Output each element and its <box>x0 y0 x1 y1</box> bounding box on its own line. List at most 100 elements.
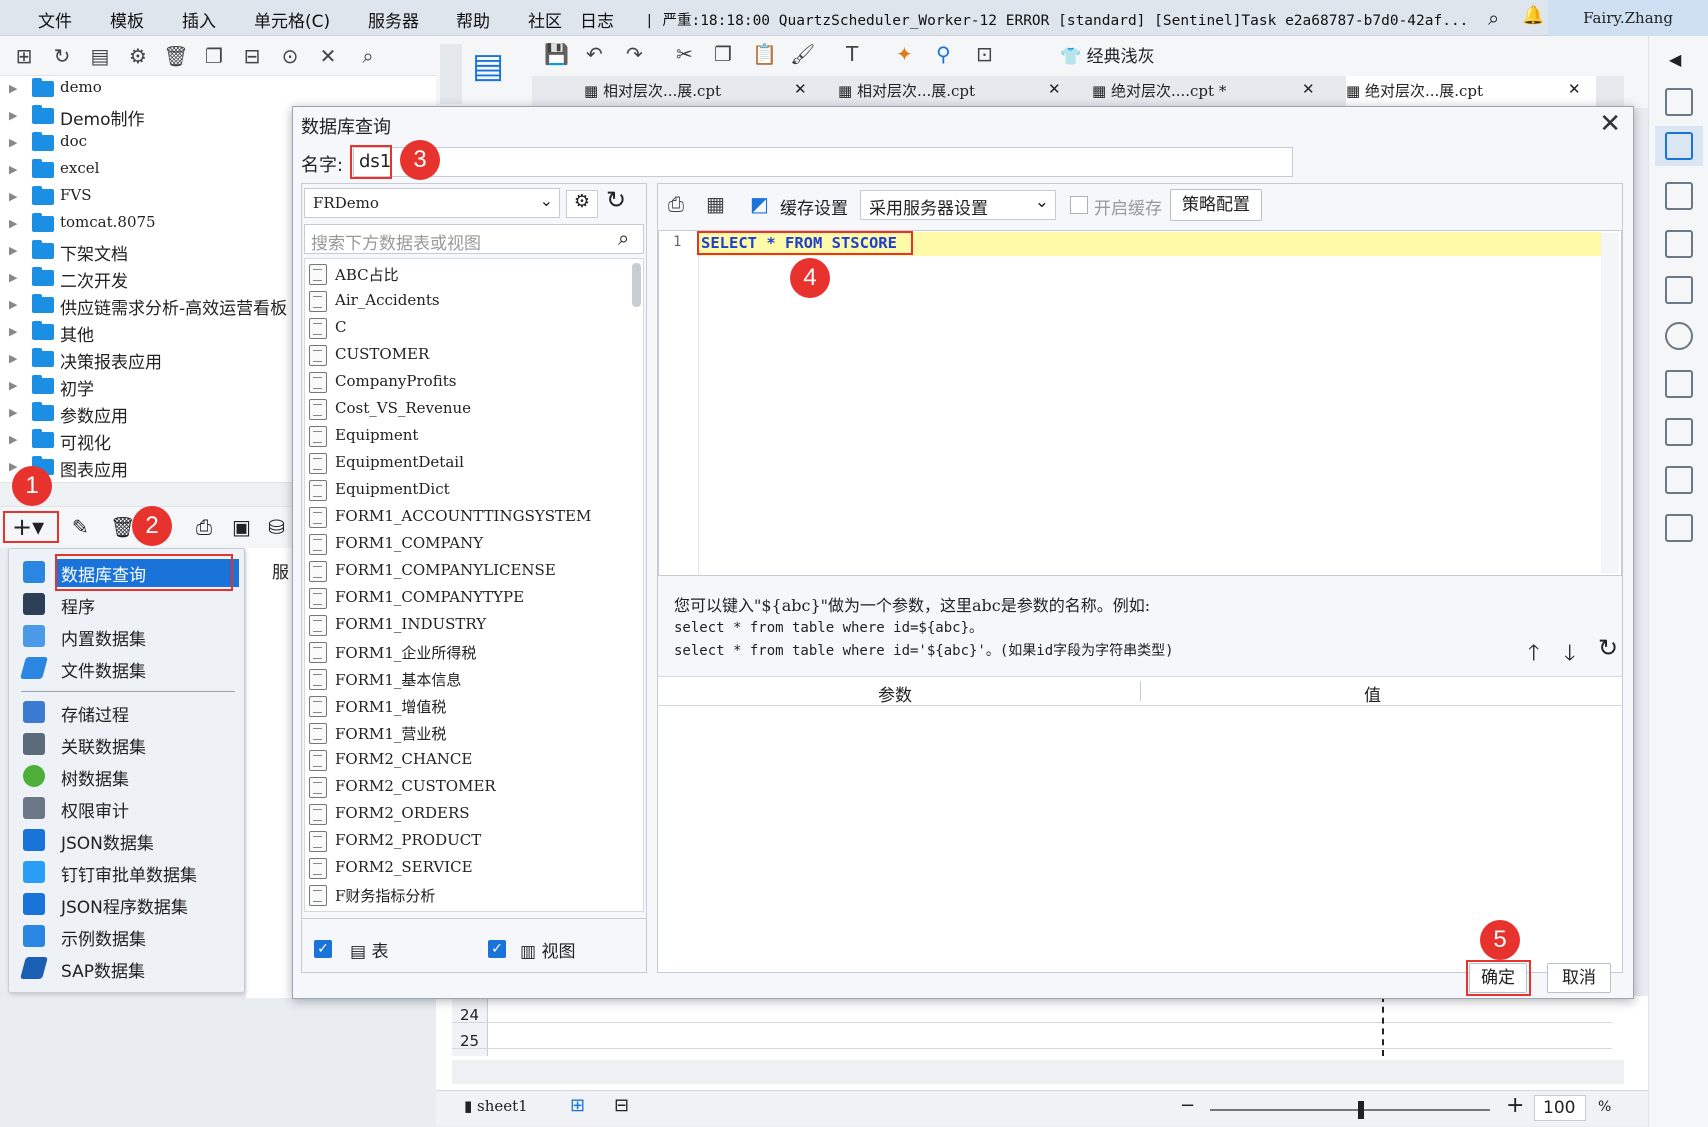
zoom-input[interactable]: 100 <box>1534 1095 1586 1121</box>
menu-item-relation[interactable]: 关联数据集 <box>9 729 244 759</box>
locate-icon[interactable]: ⊙ <box>276 42 304 70</box>
lock-icon[interactable]: ⊟ <box>238 42 266 70</box>
cell-attr-icon[interactable] <box>1665 88 1693 116</box>
float-element-icon[interactable] <box>1665 182 1693 210</box>
widget-attr-icon[interactable] <box>1665 132 1693 160</box>
expand-arrow-icon[interactable]: ▶ <box>9 136 17 149</box>
form-icon[interactable] <box>1665 418 1693 446</box>
sheet-tab[interactable]: ▮ sheet1 <box>464 1097 528 1115</box>
zoom-slider[interactable] <box>1210 1109 1490 1111</box>
table-item[interactable]: FORM2_CHANCE <box>305 747 625 774</box>
theme-button[interactable]: 👕 经典浅灰 <box>1060 42 1155 67</box>
close-icon[interactable]: ✕ <box>1302 80 1315 98</box>
condition-icon[interactable] <box>1665 230 1693 258</box>
dataset-settings-icon[interactable]: ▣ <box>232 515 251 539</box>
menu-item-tree[interactable]: 树数据集 <box>9 761 244 791</box>
cut-icon[interactable]: ✂ <box>676 42 693 66</box>
close-icon[interactable]: ✕ <box>794 80 807 98</box>
zoom-slider-thumb[interactable] <box>1358 1101 1364 1119</box>
menu-cell[interactable]: 单元格(C) <box>254 7 330 32</box>
table-item[interactable]: FORM1_基本信息 <box>305 666 625 693</box>
settings-icon[interactable]: ⚙ <box>124 42 152 70</box>
expand-arrow-icon[interactable]: ▶ <box>9 379 17 392</box>
brush-icon[interactable]: ✦ <box>896 42 913 66</box>
plugin-icon[interactable]: ⚲ <box>936 42 951 66</box>
expand-arrow-icon[interactable]: ▶ <box>9 244 17 257</box>
copy-icon[interactable]: ❐ <box>714 42 732 66</box>
save-icon[interactable]: 💾 <box>544 42 569 66</box>
expand-arrow-icon[interactable]: ▶ <box>9 325 17 338</box>
expand-arrow-icon[interactable]: ▶ <box>9 406 17 419</box>
undo-icon[interactable]: ↶ <box>586 42 603 66</box>
tab-4-active[interactable]: ▦ 绝对层次...展.cpt ✕ <box>1346 76 1596 108</box>
menu-community[interactable]: 社区 <box>528 7 562 32</box>
editor-scrollbar[interactable] <box>1601 233 1619 573</box>
expand-arrow-icon[interactable]: ▶ <box>9 109 17 122</box>
menu-help[interactable]: 帮助 <box>456 7 490 32</box>
database-select[interactable]: FRDemo ⌄ <box>304 188 560 218</box>
close-icon[interactable]: ✕ <box>1568 80 1581 98</box>
database-icon[interactable]: ⛁ <box>268 515 285 539</box>
format-painter-icon[interactable]: 🖌 <box>790 42 815 66</box>
table-item[interactable]: FORM1_INDUSTRY <box>305 612 625 639</box>
close-icon[interactable]: ✕ <box>1048 80 1061 98</box>
close-icon[interactable]: ✕ <box>1599 109 1621 139</box>
add-sheet-icon[interactable]: ⊞ <box>570 1095 585 1116</box>
table-item[interactable]: FORM1_营业税 <box>305 720 625 747</box>
collapse-icon[interactable]: ✕ <box>314 42 342 70</box>
tab-3[interactable]: ▦ 绝对层次....cpt * ✕ <box>1092 80 1342 101</box>
expand-arrow-icon[interactable]: ▶ <box>9 163 17 176</box>
sql-icon[interactable]: ▦ <box>706 192 725 216</box>
search-icon[interactable]: ⌕ <box>618 226 629 250</box>
table-item[interactable]: FORM1_COMPANYLICENSE <box>305 558 625 585</box>
open-icon[interactable]: ▤ <box>86 42 114 70</box>
table-item[interactable]: Equipment <box>305 423 625 450</box>
connection-settings-icon[interactable]: ⚙ <box>566 190 598 218</box>
expand-arrow-icon[interactable]: ▶ <box>9 460 17 473</box>
view-checkbox[interactable]: ✓ <box>488 940 506 958</box>
expand-arrow-icon[interactable]: ▶ <box>9 433 17 446</box>
data-filter-icon[interactable] <box>1665 276 1693 304</box>
table-item[interactable]: Cost_VS_Revenue <box>305 396 625 423</box>
edit-icon[interactable]: ✎ <box>72 515 89 539</box>
delete-icon[interactable]: 🗑 <box>162 42 190 70</box>
menu-item-dingtalk[interactable]: 钉钉审批单数据集 <box>9 857 244 887</box>
collapse-left-icon[interactable] <box>440 44 462 104</box>
text-icon[interactable]: T <box>846 42 858 66</box>
search-icon[interactable]: ⌕ <box>354 42 382 70</box>
arrow-down-icon[interactable]: 🡓 <box>1564 636 1575 674</box>
refresh-icon[interactable]: ↻ <box>48 42 76 70</box>
zoom-out-button[interactable]: − <box>1180 1095 1195 1116</box>
report-attr-icon[interactable] <box>1665 370 1693 398</box>
menu-item-sample[interactable]: 示例数据集 <box>9 921 244 951</box>
table-item[interactable]: FORM2_ORDERS <box>305 801 625 828</box>
menu-item-json-program[interactable]: JSON程序数据集 <box>9 889 244 919</box>
dataset-view-icon[interactable]: ▤ <box>472 46 504 86</box>
new-folder-icon[interactable]: ⊞ <box>10 42 38 70</box>
menu-insert[interactable]: 插入 <box>182 7 216 32</box>
preview-icon[interactable]: ⎙ <box>668 192 684 216</box>
table-item[interactable]: FORM2_PRODUCT <box>305 828 625 855</box>
table-item[interactable]: FORM1_企业所得税 <box>305 639 625 666</box>
expand-arrow-icon[interactable]: ▶ <box>9 217 17 230</box>
tab-1[interactable]: ▦ 相对层次...展.cpt ✕ <box>584 80 834 101</box>
enable-cache-checkbox[interactable] <box>1070 196 1088 214</box>
menu-item-json[interactable]: JSON数据集 <box>9 825 244 855</box>
table-item[interactable]: FORM1_COMPANYTYPE <box>305 585 625 612</box>
table-search-input[interactable]: 搜索下方数据表或视图 <box>304 224 644 254</box>
menu-file[interactable]: 文件 <box>38 7 72 32</box>
table-item[interactable]: FORM2_SERVICE <box>305 855 625 882</box>
refresh-icon[interactable]: ↻ <box>606 186 626 214</box>
table-item[interactable]: C <box>305 315 625 342</box>
menu-item-file[interactable]: 文件数据集 <box>9 653 244 683</box>
table-item[interactable]: F财务指标分析 <box>305 882 625 909</box>
table-item[interactable]: FORM1_COMPANY <box>305 531 625 558</box>
tree-item[interactable]: ▶ demo <box>0 76 436 103</box>
cache-mode-select[interactable]: 采用服务器设置 ⌄ <box>860 190 1056 220</box>
scrollbar-thumb[interactable] <box>632 263 641 307</box>
arrow-up-icon[interactable]: 🡑 <box>1528 636 1539 674</box>
table-item[interactable]: FORM2_CUSTOMER <box>305 774 625 801</box>
menu-template[interactable]: 模板 <box>110 7 144 32</box>
refresh-icon[interactable]: ↻ <box>1598 634 1618 662</box>
name-input[interactable]: ds1 <box>353 147 1293 177</box>
